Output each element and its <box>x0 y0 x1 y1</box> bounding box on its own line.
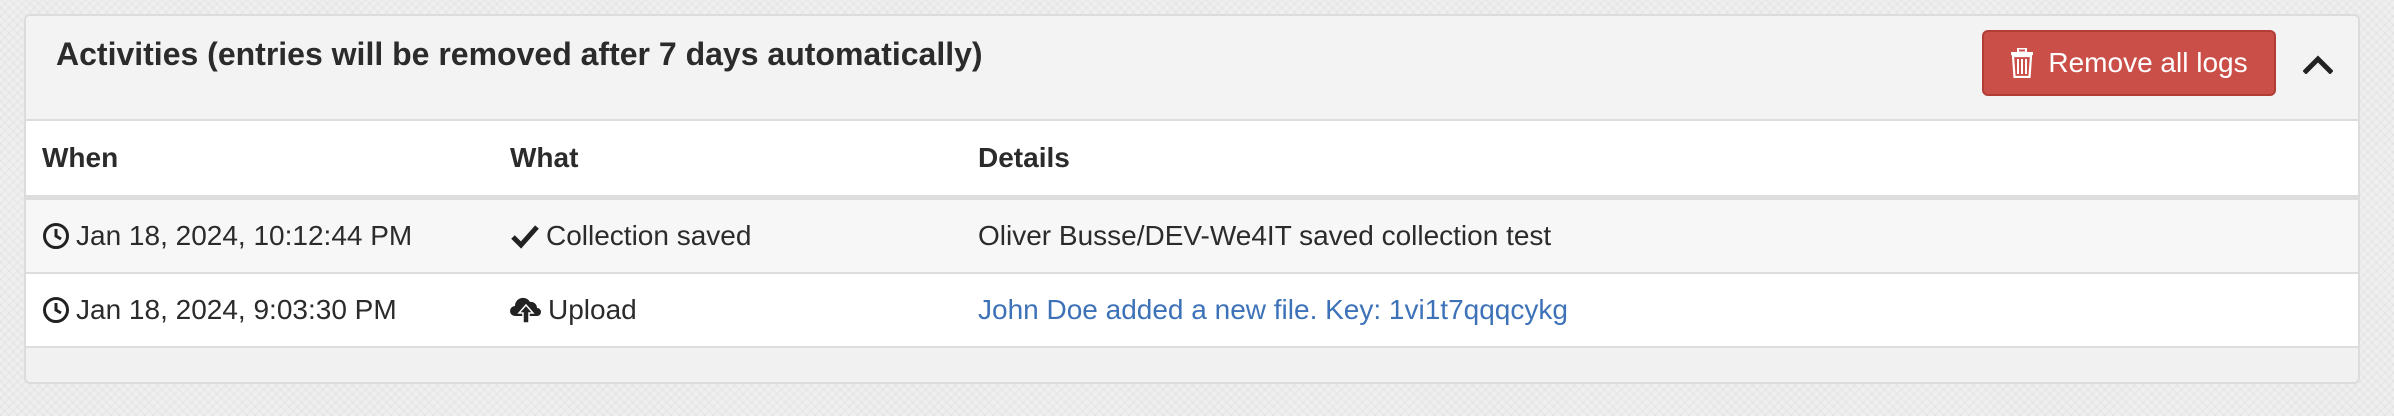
details-cell: John Doe added a new file. Key: 1vi1t7qq… <box>962 273 2358 348</box>
column-header-when: When <box>26 121 494 200</box>
activities-table: When What Details Jan 18, 2024, 10:12:44… <box>26 121 2358 348</box>
cloud-upload-icon <box>510 297 541 324</box>
activities-panel: Activities (entries will be removed afte… <box>24 14 2360 384</box>
clock-icon <box>43 297 69 323</box>
column-header-details: Details <box>962 121 2358 200</box>
what-cell: Collection saved <box>494 197 962 274</box>
details-text: Oliver Busse/DEV-We4IT saved collection … <box>978 220 1552 251</box>
table-row: Jan 18, 2024, 9:03:30 PM Upload John Doe… <box>26 273 2358 348</box>
details-link[interactable]: John Doe added a new file. Key: 1vi1t7qq… <box>978 294 1568 325</box>
when-text: Jan 18, 2024, 10:12:44 PM <box>76 220 413 251</box>
chevron-up-icon[interactable] <box>2296 42 2340 86</box>
panel-header: Activities (entries will be removed afte… <box>26 16 2358 121</box>
when-cell: Jan 18, 2024, 9:03:30 PM <box>26 273 494 348</box>
details-cell: Oliver Busse/DEV-We4IT saved collection … <box>962 197 2358 274</box>
remove-all-logs-button[interactable]: Remove all logs <box>1982 30 2276 96</box>
what-text: Upload <box>548 294 637 325</box>
when-cell: Jan 18, 2024, 10:12:44 PM <box>26 197 494 274</box>
remove-all-logs-label: Remove all logs <box>2048 47 2248 78</box>
table-row: Jan 18, 2024, 10:12:44 PM Collection sav… <box>26 197 2358 274</box>
trash-icon <box>2010 48 2034 78</box>
panel-title: Activities (entries will be removed afte… <box>56 36 983 72</box>
what-text: Collection saved <box>546 220 752 251</box>
table-header-row: When What Details <box>26 121 2358 200</box>
column-header-what: What <box>494 121 962 200</box>
what-cell: Upload <box>494 273 962 348</box>
when-text: Jan 18, 2024, 9:03:30 PM <box>76 294 397 325</box>
clock-icon <box>43 223 69 249</box>
checkmark-icon <box>511 225 539 249</box>
